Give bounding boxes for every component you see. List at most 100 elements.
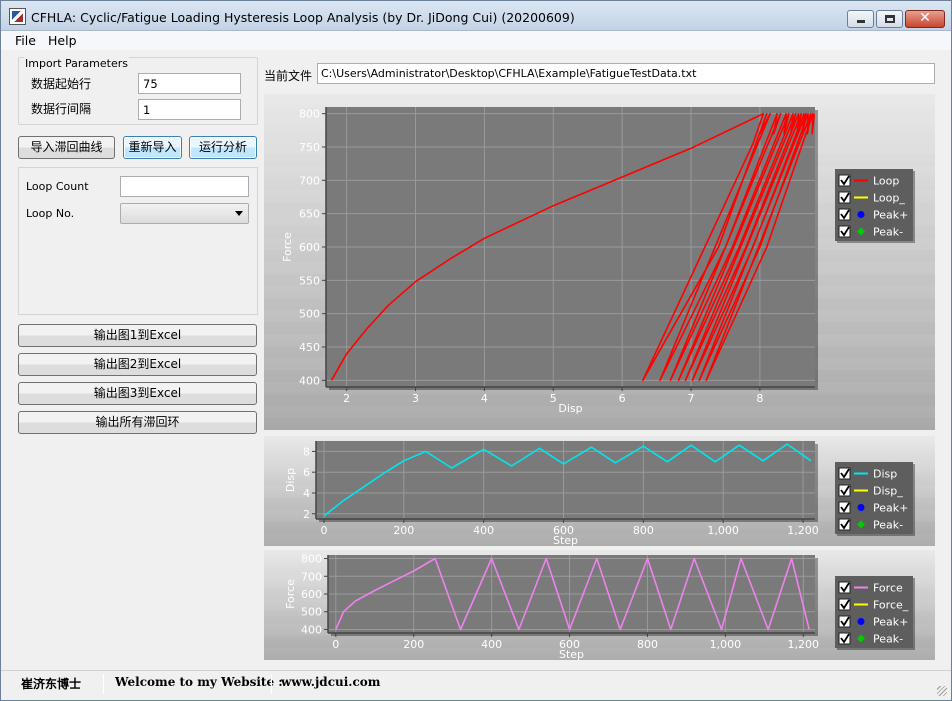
x-tick-label: 400	[481, 638, 502, 651]
legend-label: Peak-	[873, 519, 903, 532]
chart-svg: 2 3 4 5 6 7 8 400 450 500 550 600 650 700 750 800 Disp Fo…	[264, 94, 935, 430]
legend: Loop Loop_ Peak+ Peak-	[835, 169, 915, 243]
y-tick-label: 450	[299, 341, 320, 354]
x-tick-label: 200	[403, 638, 424, 651]
row-interval-input[interactable]: 1	[138, 99, 241, 120]
menu-help[interactable]: Help	[48, 33, 77, 48]
x-tick-label: 0	[320, 524, 327, 537]
status-divider	[103, 674, 104, 694]
x-tick-label: 4	[481, 392, 488, 405]
x-tick-label: 200	[393, 524, 414, 537]
legend-label: Peak+	[873, 209, 908, 222]
y-tick-label: 8	[303, 445, 310, 458]
y-tick-label: 700	[301, 570, 322, 583]
y-tick-label: 800	[301, 553, 322, 566]
minimize-icon	[857, 20, 865, 23]
x-tick-label: 800	[633, 524, 654, 537]
export-fig3-button[interactable]: 输出图3到Excel	[18, 382, 257, 405]
x-tick-label: 400	[473, 524, 494, 537]
x-tick-label: 1,000	[707, 524, 739, 537]
y-tick-label: 400	[301, 623, 322, 636]
legend-label: Disp_	[873, 485, 903, 498]
export-fig1-button[interactable]: 输出图1到Excel	[18, 324, 257, 347]
y-axis-label: Force	[281, 232, 294, 262]
current-file-path[interactable]: C:\Users\Administrator\Desktop\CFHLA\Exa…	[317, 63, 935, 84]
status-website[interactable]: www.jdcui.com	[281, 675, 380, 689]
loop-count-input[interactable]	[120, 176, 249, 197]
row-interval-label: 数据行间隔	[31, 102, 92, 116]
chart-svg: 0 200 400 600 800 1,000 1,2002468StepDisp DispD…	[264, 436, 935, 546]
legend-swatch-circle	[857, 618, 865, 625]
x-tick-label: 1,200	[787, 524, 819, 537]
plot-area	[316, 441, 815, 519]
x-tick-label: 6	[619, 392, 626, 405]
maximize-icon	[885, 15, 895, 23]
run-analysis-button[interactable]: 运行分析	[189, 136, 257, 159]
menu-bar: File Help	[1, 31, 951, 50]
status-bar: 崔济东博士 Welcome to my Website : www.jdcui.…	[1, 670, 951, 700]
import-parameters-legend: Import Parameters	[24, 57, 129, 70]
import-loop-button[interactable]: 导入滞回曲线	[18, 136, 115, 159]
status-welcome: Welcome to my Website :	[115, 675, 283, 689]
maximize-button[interactable]	[876, 10, 903, 28]
close-button[interactable]: ✕	[905, 10, 945, 28]
y-tick-label: 2	[303, 508, 310, 521]
legend-label: Disp	[873, 468, 897, 481]
status-author: 崔济东博士	[21, 677, 82, 691]
y-tick-label: 700	[299, 174, 320, 187]
x-tick-label: 0	[332, 638, 339, 651]
hysteresis-chart[interactable]: 2 3 4 5 6 7 8 400 450 500 550 600 650 700 750 800 Disp Fo…	[264, 94, 935, 430]
x-tick-label: 2	[343, 392, 350, 405]
title-bar[interactable]: CFHLA: Cyclic/Fatigue Loading Hysteresis…	[1, 1, 951, 31]
disp-step-chart[interactable]: 0 200 400 600 800 1,000 1,200 2 4 6 8 Step Disp Disp D…	[264, 436, 935, 546]
legend-swatch-circle	[857, 504, 865, 511]
y-axis-label: Force	[284, 579, 297, 609]
y-tick-label: 500	[299, 308, 320, 321]
x-tick-label: 8	[756, 392, 763, 405]
y-tick-label: 6	[303, 466, 310, 479]
force-step-chart[interactable]: 0 200 400 600 800 1,000 1,200 400 500 600 700 800 St…	[264, 550, 935, 660]
x-tick-label: 7	[688, 392, 695, 405]
status-divider	[271, 674, 272, 694]
loop-count-label: Loop Count	[26, 180, 89, 193]
y-tick-label: 500	[301, 606, 322, 619]
chart-band	[264, 406, 935, 418]
minimize-button[interactable]	[847, 10, 874, 28]
y-tick-label: 800	[299, 108, 320, 121]
loop-no-label: Loop No.	[26, 207, 75, 220]
menu-file[interactable]: File	[15, 33, 36, 48]
legend: Disp Disp_ Peak+ Peak-	[835, 462, 915, 536]
chart-band	[264, 647, 935, 660]
y-tick-label: 4	[303, 487, 310, 500]
close-icon: ✕	[919, 10, 931, 26]
resize-grip-icon[interactable]	[937, 686, 947, 696]
x-tick-label: 3	[412, 392, 419, 405]
chart-svg: 0 200 400 600 800 1,000 1,200400500600700800St…	[264, 550, 935, 660]
legend-swatch-circle	[857, 211, 865, 218]
export-fig2-button[interactable]: 输出图2到Excel	[18, 353, 257, 376]
y-axis-label: Disp	[284, 468, 297, 492]
y-tick-label: 400	[299, 374, 320, 387]
x-tick-label: 1,200	[788, 638, 820, 651]
chart-band	[264, 94, 935, 106]
start-row-label: 数据起始行	[31, 77, 92, 91]
export-all-loops-button[interactable]: 输出所有滞回环	[18, 411, 257, 434]
y-tick-label: 600	[299, 241, 320, 254]
loop-no-select[interactable]	[120, 203, 249, 224]
app-window: CFHLA: Cyclic/Fatigue Loading Hysteresis…	[0, 0, 952, 701]
legend-label: Peak+	[873, 502, 908, 515]
legend-label: Peak-	[873, 633, 903, 646]
legend: Force Force_ Peak+ Peak-	[835, 576, 915, 650]
y-tick-label: 600	[301, 588, 322, 601]
y-tick-label: 550	[299, 274, 320, 287]
legend-label: Loop_	[873, 192, 905, 205]
x-axis-label: Step	[559, 648, 584, 660]
app-logo-icon[interactable]	[9, 8, 26, 25]
legend-label: Peak-	[873, 226, 903, 239]
x-tick-label: 1,000	[710, 638, 742, 651]
start-row-input[interactable]: 75	[138, 73, 241, 94]
window-title: CFHLA: Cyclic/Fatigue Loading Hysteresis…	[31, 10, 575, 25]
reimport-button[interactable]: 重新导入	[123, 136, 182, 159]
chart-band	[264, 533, 935, 546]
y-tick-label: 650	[299, 208, 320, 221]
